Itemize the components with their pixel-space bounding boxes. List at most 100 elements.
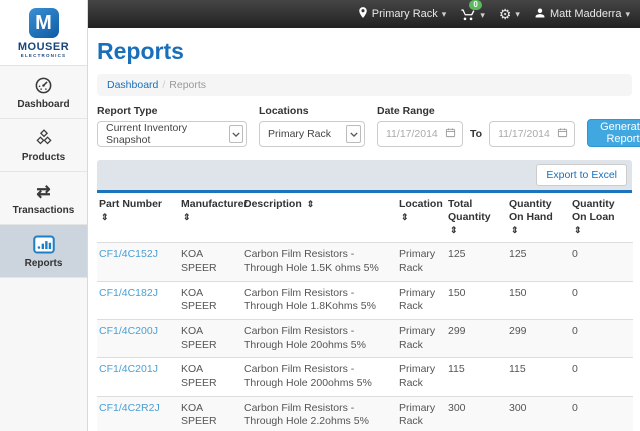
locations-value: Primary Rack <box>268 128 331 140</box>
table-cell: Carbon Film Resistors - Through Hole 1.5… <box>244 243 399 281</box>
date-from-value: 11/17/2014 <box>386 128 438 140</box>
locations-select[interactable]: Primary Rack <box>259 121 365 147</box>
part-number-link[interactable]: CF1/4C201J <box>99 363 158 375</box>
calendar-icon <box>445 127 456 141</box>
table-cell: KOA SPEER <box>181 243 244 281</box>
transactions-arrows-icon: ⇄ <box>0 181 87 201</box>
part-number-cell: CF1/4C152J <box>97 243 181 281</box>
products-boxes-icon <box>0 128 87 148</box>
main-content: Reports Dashboard/Reports Report Type Cu… <box>88 28 640 431</box>
sort-icon: ⇕ <box>450 225 458 235</box>
table-cell: KOA SPEER <box>181 281 244 319</box>
cart-menu[interactable]: 0 ▾ <box>460 4 485 24</box>
settings-menu[interactable]: ⚙ ▾ <box>499 7 520 21</box>
column-header-location[interactable]: Location ⇕ <box>399 193 448 243</box>
table-cell: 115 <box>509 358 572 396</box>
table-cell: 115 <box>448 358 509 396</box>
sidebar-item-reports[interactable]: Reports <box>0 225 87 278</box>
column-header-quantity-on-loan[interactable]: Quantity On Loan ⇕ <box>572 193 633 243</box>
app-window: M MOUSER ELECTRONICS Dashboard <box>0 0 640 431</box>
part-number-cell: CF1/4C200J <box>97 319 181 357</box>
location-menu-label: Primary Rack <box>372 8 438 20</box>
column-header-manufacturer[interactable]: Manufacturer ⇕ <box>181 193 244 243</box>
table-row: CF1/4C201J KOA SPEERCarbon Film Resistors… <box>97 358 633 396</box>
table-cell: Primary Rack <box>399 243 448 281</box>
table-cell: 0 <box>572 358 633 396</box>
sidebar-item-label: Dashboard <box>0 99 87 110</box>
gear-icon: ⚙ <box>499 7 512 21</box>
topbar: Primary Rack ▾ 0 ▾ ⚙ ▾ Matt Madderra ▾ <box>88 0 640 28</box>
table-row: CF1/4C2R2JKOA SPEERCarbon Film Resistors… <box>97 396 633 431</box>
table-cell: Primary Rack <box>399 358 448 396</box>
page-title: Reports <box>97 38 632 65</box>
table-cell: Carbon Film Resistors - Through Hole 20o… <box>244 319 399 357</box>
table-cell: Carbon Film Resistors - Through Hole 2.2… <box>244 396 399 431</box>
report-type-value: Current Inventory Snapshot <box>106 122 229 146</box>
table-cell: 125 <box>509 243 572 281</box>
mouser-logo[interactable]: M MOUSER ELECTRONICS <box>0 0 87 66</box>
sidebar-item-label: Products <box>0 152 87 163</box>
date-range-group: Date Range 11/17/2014 To 11/17/2014 <box>377 105 575 147</box>
table-header-row: Part Number ⇕Manufacturer ⇕Description ⇕… <box>97 193 633 243</box>
part-number-link[interactable]: CF1/4C2R2J <box>99 402 160 414</box>
mouser-monogram-icon: M <box>29 8 59 38</box>
table-cell: 300 <box>448 396 509 431</box>
table-cell: 300 <box>509 396 572 431</box>
cart-count-badge: 0 <box>469 0 481 10</box>
table-cell: Primary Rack <box>399 396 448 431</box>
sort-icon: ⇕ <box>401 212 409 222</box>
report-filters: Report Type Current Inventory Snapshot L… <box>97 105 632 147</box>
breadcrumb-separator: / <box>162 79 165 91</box>
dashboard-gauge-icon <box>0 75 87 95</box>
column-header-quantity-on-hand[interactable]: Quantity On Hand ⇕ <box>509 193 572 243</box>
table-cell: 0 <box>572 281 633 319</box>
report-table-body: CF1/4C152JKOA SPEERCarbon Film Resistors… <box>97 243 633 431</box>
table-cell: Carbon Film Resistors - Through Hole 200… <box>244 358 399 396</box>
table-cell: 0 <box>572 243 633 281</box>
user-menu[interactable]: Matt Madderra ▾ <box>534 7 630 22</box>
date-to-input[interactable]: 11/17/2014 <box>489 121 575 147</box>
report-panel: Export to Excel Part Number ⇕Manufacture… <box>97 160 632 431</box>
table-cell: KOA SPEER <box>181 358 244 396</box>
generate-report-button[interactable]: Generate Report <box>587 119 640 147</box>
column-header-description[interactable]: Description ⇕ <box>244 193 399 243</box>
chevron-down-icon: ▾ <box>625 9 630 20</box>
select-chevron-icon <box>229 125 243 143</box>
location-pin-icon <box>358 6 368 22</box>
report-type-group: Report Type Current Inventory Snapshot <box>97 105 247 147</box>
chevron-down-icon: ▾ <box>480 10 485 21</box>
date-from-input[interactable]: 11/17/2014 <box>377 121 463 147</box>
sort-icon: ⇕ <box>183 212 191 222</box>
table-row: CF1/4C182J KOA SPEERCarbon Film Resistors… <box>97 281 633 319</box>
part-number-link[interactable]: CF1/4C152J <box>99 248 158 260</box>
brand-name: MOUSER <box>0 41 87 53</box>
column-header-total-quantity[interactable]: Total Quantity ⇕ <box>448 193 509 243</box>
breadcrumb: Dashboard/Reports <box>97 74 632 96</box>
locations-group: Locations Primary Rack <box>259 105 365 147</box>
date-to-value: 11/17/2014 <box>498 128 550 140</box>
part-number-link[interactable]: CF1/4C182J <box>99 287 158 299</box>
user-icon <box>534 7 546 22</box>
sort-icon: ⇕ <box>307 199 315 209</box>
table-cell: 299 <box>509 319 572 357</box>
sidebar-item-dashboard[interactable]: Dashboard <box>0 66 87 119</box>
sort-icon: ⇕ <box>101 212 109 222</box>
sidebar-item-products[interactable]: Products <box>0 119 87 172</box>
sidebar: M MOUSER ELECTRONICS Dashboard <box>0 0 88 431</box>
part-number-link[interactable]: CF1/4C200J <box>99 325 158 337</box>
table-cell: Carbon Film Resistors - Through Hole 1.8… <box>244 281 399 319</box>
sort-icon: ⇕ <box>574 225 582 235</box>
reports-chart-icon <box>0 234 87 254</box>
table-row: CF1/4C200JKOA SPEERCarbon Film Resistors… <box>97 319 633 357</box>
sidebar-item-transactions[interactable]: ⇄ Transactions <box>0 172 87 225</box>
location-menu[interactable]: Primary Rack ▾ <box>358 6 447 22</box>
column-header-part-number[interactable]: Part Number ⇕ <box>97 193 181 243</box>
select-chevron-icon <box>346 125 361 143</box>
report-type-select[interactable]: Current Inventory Snapshot <box>97 121 247 147</box>
export-to-excel-button[interactable]: Export to Excel <box>536 164 627 186</box>
breadcrumb-dashboard-link[interactable]: Dashboard <box>107 79 158 91</box>
table-toolbar: Export to Excel <box>97 160 632 190</box>
date-range-label: Date Range <box>377 105 575 117</box>
table-cell: 125 <box>448 243 509 281</box>
chevron-down-icon: ▾ <box>442 9 447 20</box>
